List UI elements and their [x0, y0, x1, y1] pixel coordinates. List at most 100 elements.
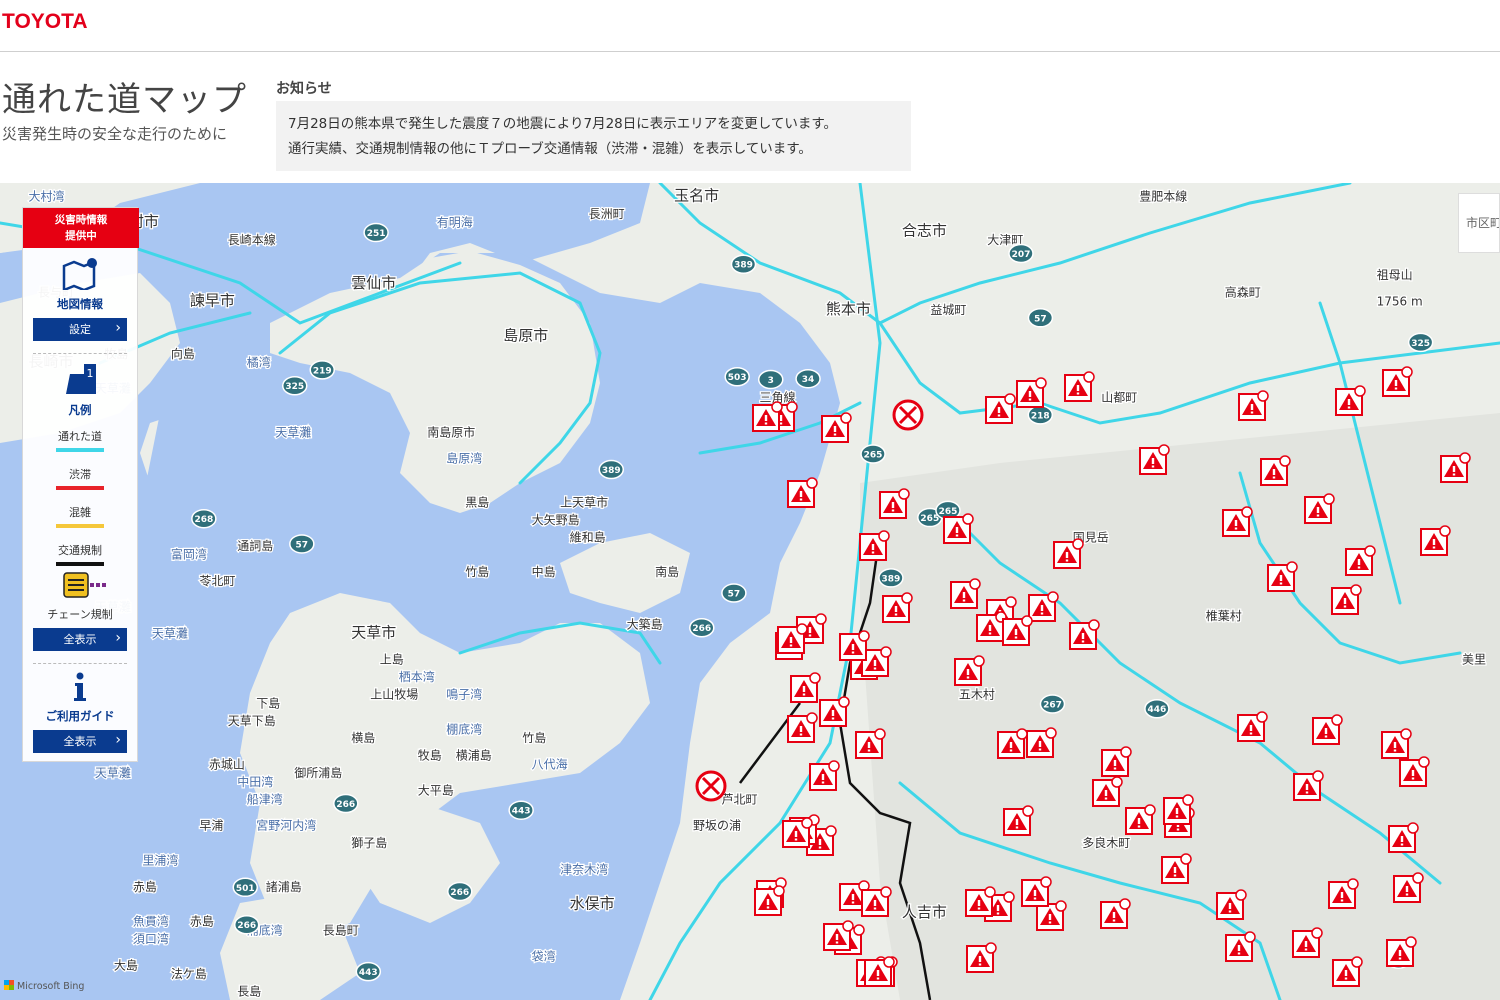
hazard-warning-icon[interactable] [1092, 776, 1123, 807]
place-label: 宮野河内湾 [256, 818, 316, 833]
hazard-warning-icon[interactable] [754, 885, 785, 916]
hazard-warning-icon[interactable] [1225, 931, 1256, 962]
route-shield: 443 [355, 961, 382, 982]
hazard-warning-icon[interactable] [1399, 756, 1430, 787]
hazard-warning-icon[interactable] [1382, 366, 1413, 397]
place-label: 島原市 [503, 326, 548, 344]
hazard-warning-icon[interactable] [1125, 804, 1156, 835]
hazard-warning-icon[interactable] [1161, 853, 1192, 884]
hazard-warning-icon[interactable] [879, 488, 910, 519]
svg-text:325: 325 [1411, 339, 1430, 349]
hazard-warning-icon[interactable] [859, 530, 890, 561]
hazard-warning-icon[interactable] [1304, 493, 1335, 524]
map-canvas[interactable]: 玉名市長洲町合志市大津町豊肥本線大村湾大村市有明海長崎本線熊本市益城町雲仙市長与… [0, 183, 1500, 1000]
settings-button[interactable]: 設定 [33, 317, 127, 341]
hazard-warning-icon[interactable] [752, 401, 783, 432]
place-label: 天草灘 [152, 626, 188, 640]
place-label: 袋湾 [532, 949, 556, 964]
svg-text:266: 266 [237, 921, 256, 931]
hazard-warning-icon[interactable] [1293, 770, 1324, 801]
hazard-warning-icon[interactable] [790, 672, 821, 703]
hazard-warning-icon[interactable] [777, 623, 808, 654]
hazard-warning-icon[interactable] [976, 611, 1007, 642]
hazard-warning-icon[interactable] [1101, 746, 1132, 777]
hazard-warning-icon[interactable] [985, 393, 1016, 424]
hazard-warning-icon[interactable] [1386, 936, 1417, 967]
hazard-warning-icon[interactable] [1003, 805, 1034, 836]
place-label: 天草灘 [95, 766, 131, 780]
hazard-warning-icon[interactable] [966, 942, 997, 973]
hazard-warning-icon[interactable] [1292, 927, 1323, 958]
hazard-warning-icon[interactable] [1139, 444, 1170, 475]
toyota-logo[interactable]: TOYOTA [2, 10, 88, 34]
hazard-warning-icon[interactable] [882, 592, 913, 623]
hazard-warning-icon[interactable] [1331, 584, 1362, 615]
legend-show-all-button[interactable]: 全表示 [33, 627, 127, 651]
hazard-warning-icon[interactable] [1237, 711, 1268, 742]
hazard-warning-icon[interactable] [1332, 956, 1363, 987]
road-closure-icon[interactable] [892, 399, 924, 431]
place-label: 島原湾 [446, 451, 482, 466]
hazard-warning-icon[interactable] [1388, 822, 1419, 853]
hazard-warning-icon[interactable] [950, 578, 981, 609]
route-shield: 57 [289, 534, 315, 554]
place-label: 南島 [655, 564, 679, 579]
hazard-warning-icon[interactable] [1440, 452, 1471, 483]
hazard-warning-icon[interactable] [861, 886, 892, 917]
hazard-warning-icon[interactable] [1100, 898, 1131, 929]
legend-swatch-congestion [56, 486, 104, 490]
hazard-warning-icon[interactable] [1222, 506, 1253, 537]
hazard-warning-icon[interactable] [1002, 615, 1033, 646]
hazard-warning-icon[interactable] [864, 956, 895, 987]
hazard-warning-icon[interactable] [821, 412, 852, 443]
place-label: 獅子島 [351, 835, 387, 850]
notice-label: お知らせ [276, 81, 332, 97]
place-label: 中島 [532, 564, 556, 579]
hazard-warning-icon[interactable] [1381, 728, 1412, 759]
attribution-text: Microsoft Bing [17, 981, 85, 992]
hazard-warning-icon[interactable] [1393, 872, 1424, 903]
disaster-info-text: 災害時情報 [54, 214, 108, 226]
hazard-warning-icon[interactable] [943, 513, 974, 544]
route-shield: 57 [1027, 308, 1054, 328]
hazard-warning-icon[interactable] [1064, 371, 1095, 402]
svg-text:57: 57 [1034, 314, 1047, 324]
guide-show-all-button[interactable]: 全表示 [33, 729, 127, 753]
hazard-warning-icon[interactable] [782, 817, 813, 848]
road-closure-icon[interactable] [695, 770, 727, 802]
hazard-warning-icon[interactable] [819, 696, 850, 727]
hazard-warning-icon[interactable] [809, 760, 840, 791]
map-svg[interactable]: 玉名市長洲町合志市大津町豊肥本線大村湾大村市有明海長崎本線熊本市益城町雲仙市長与… [0, 183, 1500, 1000]
hazard-warning-icon[interactable] [1216, 889, 1247, 920]
hazard-warning-icon[interactable] [1021, 876, 1052, 907]
legend-swatch-crowded [56, 524, 104, 528]
hazard-warning-icon[interactable] [1026, 727, 1057, 758]
place-label: 赤島 [190, 914, 214, 929]
place-label: 諫早市 [190, 291, 235, 309]
hazard-warning-icon[interactable] [1069, 619, 1100, 650]
hazard-warning-icon[interactable] [1267, 561, 1298, 592]
hazard-warning-icon[interactable] [1345, 545, 1376, 576]
hazard-warning-icon[interactable] [1420, 525, 1451, 556]
hazard-warning-icon[interactable] [1238, 390, 1269, 421]
hazard-warning-icon[interactable] [787, 712, 818, 743]
place-label: 中田湾 [237, 774, 273, 789]
hazard-warning-icon[interactable] [1163, 794, 1194, 825]
hazard-warning-icon[interactable] [839, 630, 870, 661]
hazard-warning-icon[interactable] [855, 728, 886, 759]
hazard-warning-icon[interactable] [1028, 591, 1059, 622]
hazard-warning-icon[interactable] [1328, 878, 1359, 909]
hazard-warning-icon[interactable] [787, 477, 818, 508]
place-label: 苓北町 [199, 574, 235, 588]
municipality-tab[interactable]: 市区町 [1458, 193, 1500, 253]
hazard-warning-icon[interactable] [997, 728, 1028, 759]
route-shield: 267 [1039, 694, 1066, 714]
hazard-warning-icon[interactable] [1335, 385, 1366, 416]
hazard-warning-icon[interactable] [965, 886, 996, 917]
hazard-warning-icon[interactable] [1016, 377, 1047, 408]
hazard-warning-icon[interactable] [823, 920, 854, 951]
hazard-warning-icon[interactable] [954, 655, 985, 686]
hazard-warning-icon[interactable] [1312, 714, 1343, 745]
hazard-warning-icon[interactable] [1053, 538, 1084, 569]
hazard-warning-icon[interactable] [1260, 455, 1291, 486]
